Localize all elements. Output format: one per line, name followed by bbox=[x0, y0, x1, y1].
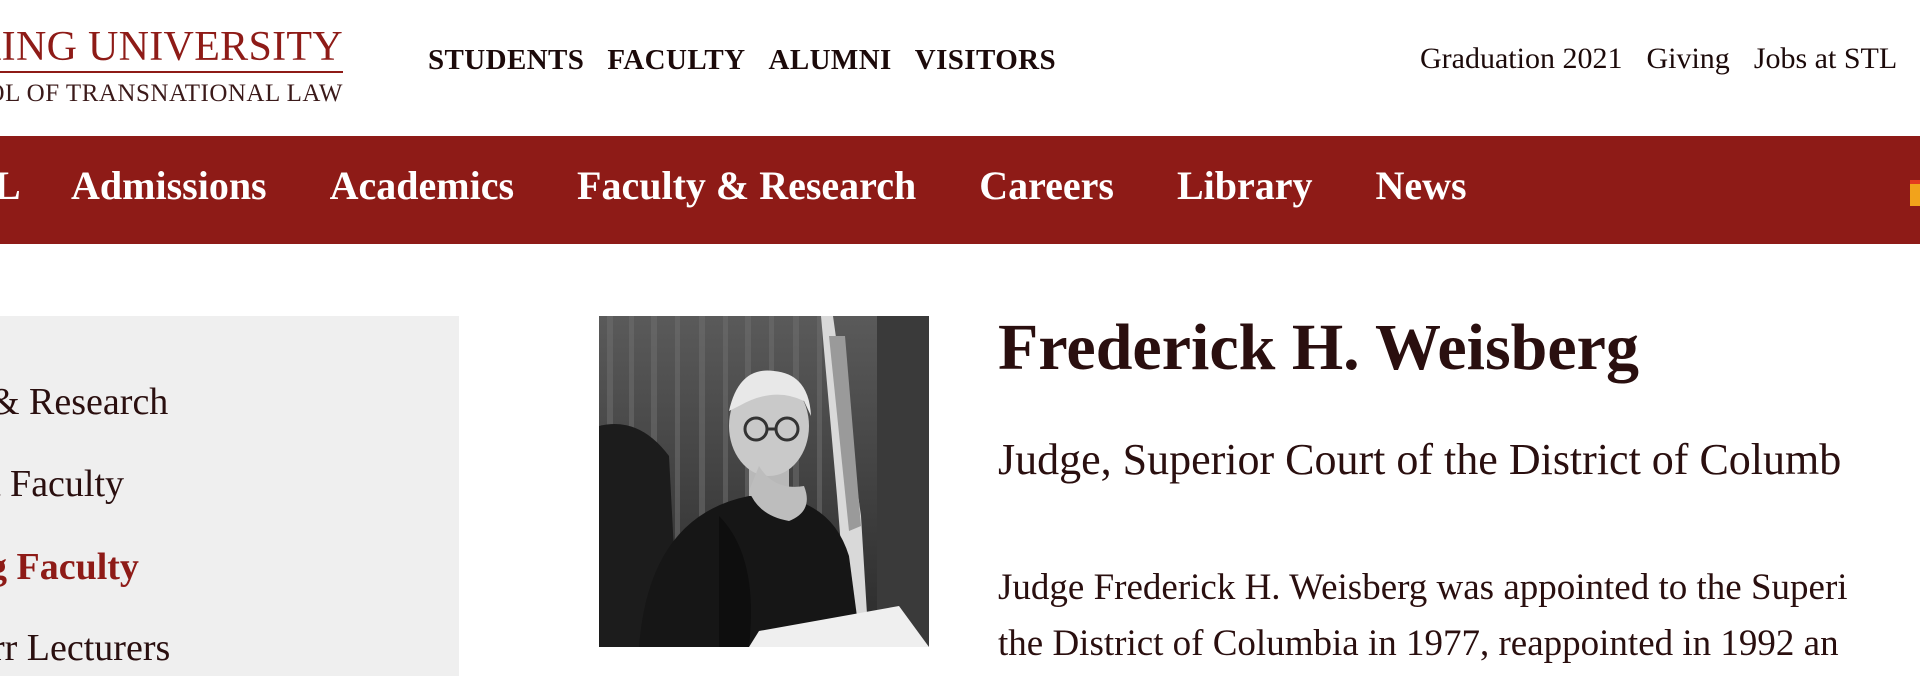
main-nav-admissions[interactable]: Admissions bbox=[71, 163, 267, 208]
profile-name: Frederick H. Weisberg bbox=[998, 311, 1639, 384]
bio-line: Judge Frederick H. Weisberg was appointe… bbox=[998, 567, 1848, 608]
language-flag-icon[interactable] bbox=[1910, 180, 1920, 206]
main-nav-item: Admissions bbox=[71, 162, 267, 209]
audience-link-alumni[interactable]: ALUMNI bbox=[769, 44, 892, 77]
profile-content: Frederick H. Weisberg Judge, Superior Co… bbox=[998, 311, 1920, 665]
utility-link-giving[interactable]: Giving bbox=[1646, 42, 1729, 76]
main-nav-item-cut[interactable]: L bbox=[0, 162, 21, 209]
main-nav: L Admissions Academics Faculty & Researc… bbox=[0, 136, 1920, 244]
utility-link-graduation[interactable]: Graduation 2021 bbox=[1420, 42, 1622, 76]
sidebar-link-adjunct-faculty[interactable]: t Faculty bbox=[0, 463, 124, 505]
top-header: KING UNIVERSITY OOL OF TRANSNATIONAL LAW… bbox=[0, 0, 1920, 136]
main-nav-item: News bbox=[1376, 162, 1467, 209]
section-sidebar: & Research t Faculty g Faculty rr Lectur… bbox=[0, 316, 459, 676]
profile-title: Judge, Superior Court of the District of… bbox=[998, 435, 1842, 484]
main-nav-news[interactable]: News bbox=[1376, 163, 1467, 208]
audience-link-faculty[interactable]: FACULTY bbox=[607, 44, 745, 77]
judge-portrait-image bbox=[599, 316, 929, 647]
logo-rule bbox=[0, 71, 343, 73]
audience-link-students[interactable]: STUDENTS bbox=[428, 44, 584, 77]
logo-university-name: KING UNIVERSITY bbox=[0, 24, 343, 70]
profile-photo bbox=[599, 316, 929, 647]
bio-line: the District of Columbia in 1977, reappo… bbox=[998, 623, 1839, 664]
sidebar-link-visiting-faculty[interactable]: g Faculty bbox=[0, 546, 139, 588]
utility-link-jobs[interactable]: Jobs at STL bbox=[1754, 42, 1897, 76]
university-logo[interactable]: KING UNIVERSITY OOL OF TRANSNATIONAL LAW bbox=[0, 24, 345, 114]
main-nav-item: Faculty & Research bbox=[577, 162, 916, 209]
main-nav-careers[interactable]: Careers bbox=[979, 163, 1114, 208]
sidebar-item: rr Lecturers bbox=[0, 626, 170, 670]
profile-bio: Judge Frederick H. Weisberg was appointe… bbox=[998, 560, 1920, 672]
sidebar-link-research[interactable]: & Research bbox=[0, 381, 168, 423]
main-nav-list: Admissions Academics Faculty & Research … bbox=[71, 162, 1467, 209]
main-nav-academics[interactable]: Academics bbox=[330, 163, 514, 208]
sidebar-link-lecturers[interactable]: rr Lecturers bbox=[0, 627, 170, 669]
main-nav-item: Library bbox=[1177, 162, 1313, 209]
logo-school-name: OOL OF TRANSNATIONAL LAW bbox=[0, 80, 343, 107]
main-nav-item: Academics bbox=[330, 162, 514, 209]
utility-nav: Graduation 2021 Giving Jobs at STL bbox=[1420, 42, 1897, 76]
main-nav-item: Careers bbox=[979, 162, 1114, 209]
sidebar-item: & Research bbox=[0, 380, 168, 424]
audience-nav: STUDENTS FACULTY ALUMNI VISITORS bbox=[428, 44, 1056, 77]
audience-link-visitors[interactable]: VISITORS bbox=[915, 44, 1056, 77]
main-nav-faculty-research[interactable]: Faculty & Research bbox=[577, 163, 916, 208]
sidebar-item: t Faculty bbox=[0, 462, 124, 506]
main-nav-library[interactable]: Library bbox=[1177, 163, 1313, 208]
sidebar-item-active: g Faculty bbox=[0, 545, 139, 589]
page: KING UNIVERSITY OOL OF TRANSNATIONAL LAW… bbox=[0, 0, 1920, 676]
